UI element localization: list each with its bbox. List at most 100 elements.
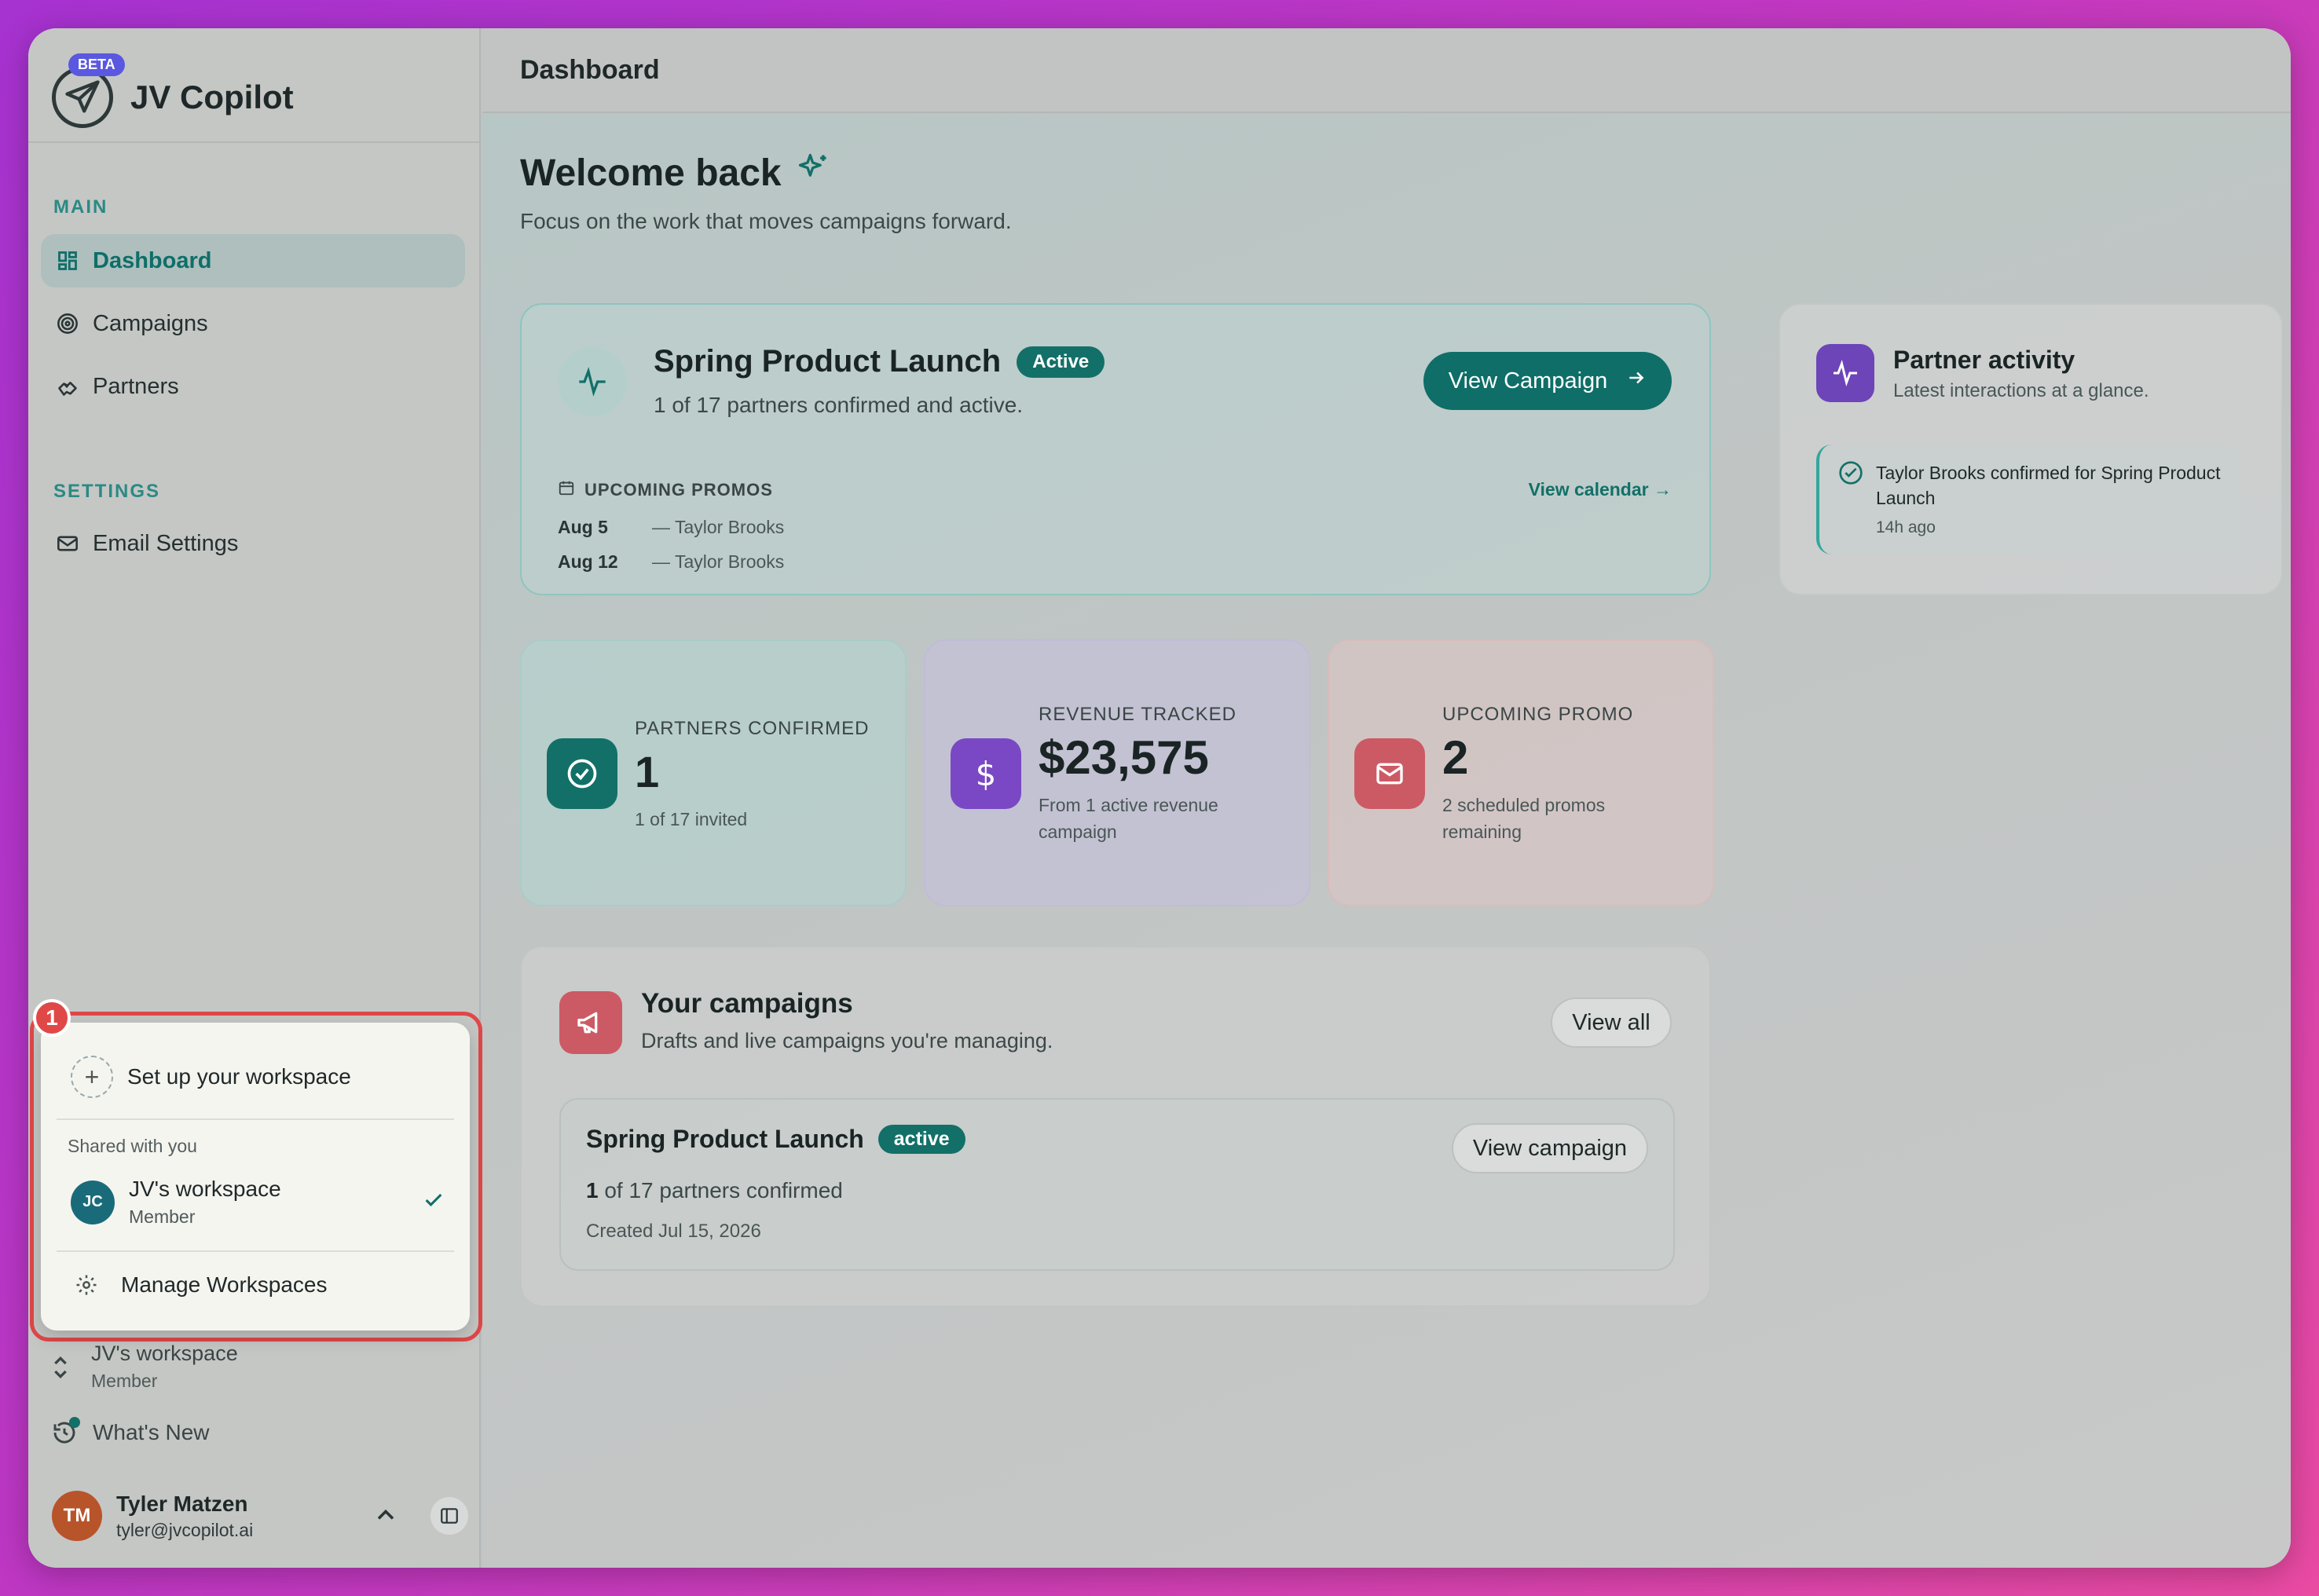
- activity-pulse-icon: [558, 347, 627, 416]
- setup-workspace-item[interactable]: + Set up your workspace: [71, 1056, 351, 1098]
- app-window: BETA JV Copilot MAIN Dashboard Campaigns…: [28, 28, 2291, 1568]
- chevron-up-icon[interactable]: [376, 1507, 396, 1525]
- workspace-role: Member: [91, 1371, 158, 1391]
- user-menu[interactable]: TM Tyler Matzen tyler@jvcopilot.ai: [52, 1484, 468, 1547]
- partner-activity-subtitle: Latest interactions at a glance.: [1893, 380, 2149, 401]
- sidebar-item-label: Email Settings: [93, 530, 239, 556]
- stat-subtext: 2 scheduled promos remaining: [1442, 795, 1606, 842]
- promo-partner: — Taylor Brooks: [652, 517, 785, 537]
- notification-dot: [69, 1417, 80, 1428]
- sidebar-item-label: Campaigns: [93, 310, 208, 336]
- campaigns-subtitle: Drafts and live campaigns you're managin…: [641, 1029, 1053, 1052]
- promo-partner: — Taylor Brooks: [652, 551, 785, 572]
- manage-workspaces-label: Manage Workspaces: [121, 1272, 328, 1297]
- sidebar-item-partners[interactable]: Partners: [41, 360, 465, 413]
- megaphone-icon: [559, 991, 622, 1054]
- stat-subtext: From 1 active revenue campaign: [1039, 795, 1218, 842]
- workspace-option-name: JV's workspace: [129, 1177, 281, 1201]
- main-section-label: MAIN: [53, 196, 108, 218]
- beta-badge: BETA: [68, 53, 125, 76]
- stat-label: PARTNERS CONFIRMED: [635, 718, 870, 739]
- view-all-button[interactable]: View all: [1551, 998, 1672, 1048]
- paper-plane-logo-icon: BETA: [52, 53, 125, 128]
- sidebar-divider: [28, 141, 479, 143]
- annotation-badge: 1: [33, 999, 71, 1037]
- mail-icon: [1354, 738, 1425, 809]
- campaign-created-date: Created Jul 15, 2026: [586, 1221, 761, 1242]
- check-icon: [423, 1189, 445, 1215]
- activity-item[interactable]: Taylor Brooks confirmed for Spring Produ…: [1816, 445, 2240, 555]
- sidebar-item-label: Partners: [93, 373, 179, 399]
- partner-activity-card: Partner activity Latest interactions at …: [1779, 303, 2283, 595]
- whats-new-link[interactable]: What's New: [52, 1417, 210, 1445]
- menu-divider: [57, 1250, 454, 1252]
- featured-campaign-title: Spring Product Launch: [654, 344, 1002, 379]
- workspace-avatar: JC: [71, 1180, 115, 1224]
- stat-subtext: 1 of 17 invited: [635, 809, 748, 829]
- view-campaign-label: View Campaign: [1448, 368, 1608, 394]
- handshake-icon: [55, 374, 80, 399]
- brand[interactable]: BETA JV Copilot: [52, 50, 294, 145]
- workspace-menu: + Set up your workspace Shared with you …: [41, 1023, 470, 1331]
- top-bar: Dashboard: [482, 28, 2291, 113]
- sidebar-item-email-settings[interactable]: Email Settings: [41, 517, 465, 570]
- manage-workspaces-item[interactable]: Manage Workspaces: [71, 1272, 328, 1298]
- promo-row: Aug 5 — Taylor Brooks: [558, 517, 784, 538]
- workspace-switcher[interactable]: JV's workspace Member: [52, 1342, 238, 1392]
- stat-value: 1: [635, 747, 660, 796]
- welcome-heading: Welcome back: [520, 151, 830, 195]
- avatar: TM: [52, 1491, 102, 1541]
- campaigns-title: Your campaigns: [641, 988, 853, 1019]
- stat-label: UPCOMING PROMO: [1442, 704, 1634, 725]
- sidebar-item-dashboard[interactable]: Dashboard: [41, 234, 465, 287]
- target-icon: [55, 311, 80, 336]
- activity-item-text: Taylor Brooks confirmed for Spring Produ…: [1876, 463, 2221, 508]
- chevrons-updown-icon: [52, 1356, 69, 1383]
- partner-activity-title: Partner activity: [1893, 346, 2075, 374]
- whats-new-label: What's New: [93, 1420, 210, 1444]
- promo-date: Aug 12: [558, 551, 618, 572]
- dashboard-grid-icon: [55, 248, 80, 273]
- campaign-name: Spring Product Launch: [586, 1125, 864, 1153]
- workspace-option[interactable]: JC JV's workspace Member: [71, 1177, 445, 1228]
- campaign-confirmed: 1 of 17 partners confirmed: [586, 1178, 843, 1203]
- view-campaign-button[interactable]: View campaign: [1452, 1123, 1648, 1173]
- campaign-list-item[interactable]: Spring Product Launch active 1 of 17 par…: [559, 1098, 1675, 1271]
- calendar-icon: [558, 479, 575, 501]
- check-circle-icon: [547, 738, 617, 809]
- sidebar-item-campaigns[interactable]: Campaigns: [41, 297, 465, 350]
- stat-card-revenue: $ REVENUE TRACKED $23,575 From 1 active …: [924, 639, 1310, 906]
- welcome-title: Welcome back: [520, 152, 782, 194]
- featured-campaign-title-row: Spring Product Launch Active: [654, 344, 1105, 379]
- check-circle-icon: [1838, 460, 1863, 489]
- mail-icon: [55, 531, 80, 556]
- your-campaigns-card: Your campaigns Drafts and live campaigns…: [520, 946, 1711, 1307]
- history-icon: [52, 1417, 80, 1445]
- gear-icon: [71, 1273, 102, 1297]
- stat-value: 2: [1442, 731, 1469, 784]
- sidebar-item-label: Dashboard: [93, 247, 212, 273]
- campaign-confirmed-text: of 17 partners confirmed: [598, 1178, 843, 1202]
- campaign-confirmed-count: 1: [586, 1178, 599, 1202]
- dollar-icon: $: [951, 738, 1021, 809]
- status-badge: active: [877, 1125, 965, 1154]
- view-calendar-link[interactable]: View calendar →: [1529, 479, 1672, 500]
- settings-section-label: SETTINGS: [53, 481, 161, 502]
- upcoming-promos-label: UPCOMING PROMOS: [558, 479, 773, 501]
- main-content: Welcome back Focus on the work that move…: [482, 115, 2291, 1568]
- sidebar-toggle-icon[interactable]: [430, 1497, 468, 1535]
- featured-campaign-subtitle: 1 of 17 partners confirmed and active.: [654, 393, 1024, 417]
- featured-campaign-card: Spring Product Launch Active 1 of 17 par…: [520, 303, 1711, 595]
- setup-workspace-label: Set up your workspace: [127, 1064, 351, 1089]
- plus-icon: +: [71, 1056, 113, 1098]
- app-name: JV Copilot: [130, 79, 294, 115]
- promo-row: Aug 12 — Taylor Brooks: [558, 551, 784, 573]
- workspace-option-role: Member: [129, 1206, 196, 1227]
- stat-label: REVENUE TRACKED: [1039, 704, 1236, 725]
- welcome-subtitle: Focus on the work that moves campaigns f…: [520, 209, 1012, 233]
- workspace-name: JV's workspace: [91, 1342, 238, 1365]
- upcoming-promos-text: UPCOMING PROMOS: [584, 480, 773, 500]
- user-email: tyler@jvcopilot.ai: [116, 1519, 254, 1540]
- arrow-right-icon: [1626, 368, 1647, 394]
- view-campaign-button[interactable]: View Campaign: [1423, 352, 1672, 410]
